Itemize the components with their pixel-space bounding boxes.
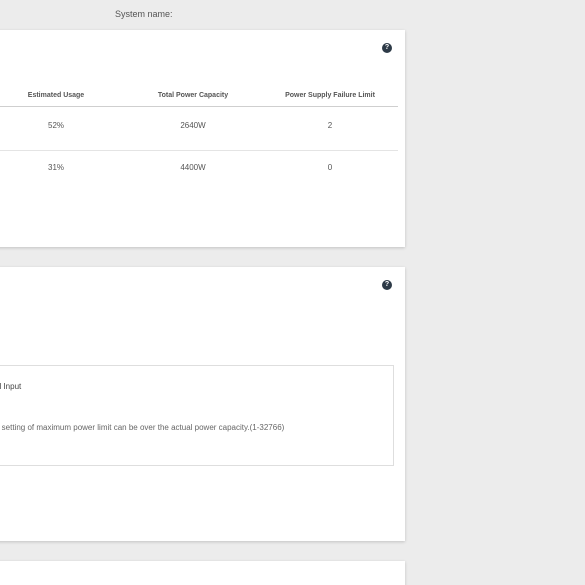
failure-limit-cell: 0 xyxy=(327,163,333,172)
estimated-usage-cell: 52% xyxy=(47,121,65,130)
total-power-capacity-cell: 2640W xyxy=(180,121,206,130)
table-header-divider xyxy=(0,106,398,107)
help-icon[interactable]: ? xyxy=(382,280,392,290)
failure-limit-cell: 2 xyxy=(327,121,333,130)
option-label[interactable]: al Input xyxy=(0,382,21,391)
column-header-total-power-capacity: Total Power Capacity xyxy=(157,92,229,99)
estimated-usage-cell: 31% xyxy=(47,163,65,172)
column-header-power-supply-failure-limit: Power Supply Failure Limit xyxy=(285,92,375,99)
table-row-divider xyxy=(0,150,398,151)
next-card xyxy=(0,561,405,585)
page: System name: ? Estimated Usage Total Pow… xyxy=(0,0,585,585)
power-summary-card: ? Estimated Usage Total Power Capacity P… xyxy=(0,30,405,247)
system-name-label: System name: xyxy=(115,9,173,19)
total-power-capacity-cell: 4400W xyxy=(180,163,206,172)
power-limit-option-box: al Input d setting of maximum power limi… xyxy=(0,365,394,466)
power-limit-card: ? al Input d setting of maximum power li… xyxy=(0,267,405,541)
option-description: d setting of maximum power limit can be … xyxy=(0,423,285,432)
column-header-estimated-usage: Estimated Usage xyxy=(27,92,85,99)
help-icon[interactable]: ? xyxy=(382,43,392,53)
